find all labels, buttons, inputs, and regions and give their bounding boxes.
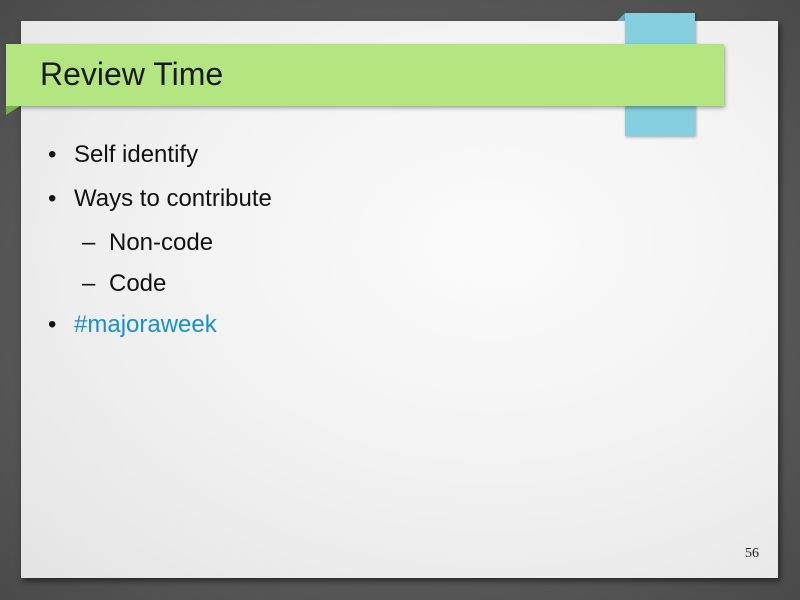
bullet-text: Ways to contribute xyxy=(74,185,272,212)
bullet-marker: • xyxy=(48,185,57,212)
sub-bullet-marker: – xyxy=(82,229,96,256)
bullet-marker: • xyxy=(48,141,57,168)
sub-bullet-text: Non-code xyxy=(109,229,214,256)
bullet-marker: • xyxy=(48,311,57,338)
sub-bullet-text: Code xyxy=(109,270,167,297)
bullet-list: • Self identify • Ways to contribute – N… xyxy=(0,0,800,600)
bullet-text: Self identify xyxy=(74,141,199,168)
page-number: 56 xyxy=(745,546,759,561)
sub-bullet-marker: – xyxy=(82,270,96,297)
hashtag-link[interactable]: #majoraweek xyxy=(74,310,217,340)
